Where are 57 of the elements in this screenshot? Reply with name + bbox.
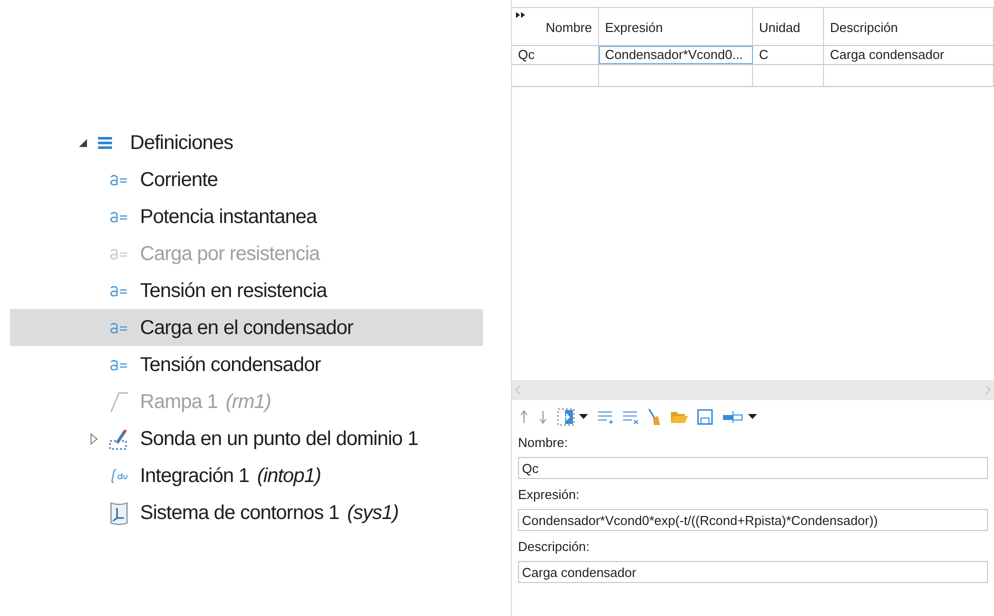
variable-icon xyxy=(109,320,129,334)
tree-item[interactable]: Corriente xyxy=(10,161,483,198)
tree-item-label: Carga por resistencia xyxy=(140,242,320,266)
input-field[interactable]: Carga condensador xyxy=(518,561,988,583)
table-cell[interactable]: C xyxy=(753,46,824,64)
column-header[interactable]: Descripción xyxy=(824,8,994,45)
input-field[interactable]: Qc xyxy=(518,457,988,479)
tree-item[interactable]: Tensión condensador xyxy=(10,346,483,383)
broom-icon xyxy=(647,408,661,426)
down-arrow-icon xyxy=(538,410,548,424)
integral-icon xyxy=(109,468,129,484)
tree-node[interactable]: Definiciones xyxy=(130,128,233,158)
variable-icon xyxy=(109,246,129,260)
table-cell[interactable]: Carga condensador xyxy=(824,46,994,64)
variable-icon xyxy=(109,358,129,372)
folder-icon xyxy=(670,410,688,424)
field-label: Descripción: xyxy=(518,538,591,556)
variable-icon xyxy=(109,172,129,186)
field-label: Nombre: xyxy=(518,434,569,452)
coordinate-system-icon xyxy=(109,500,129,526)
input-field[interactable]: Condensador*Vcond0*exp(-t/((Rcond+Rpista)*Condensador)) xyxy=(518,509,988,531)
list-icon xyxy=(98,136,112,150)
up-arrow-icon xyxy=(519,410,529,424)
column-header[interactable]: Expresión xyxy=(599,8,753,45)
tree-item[interactable]: Integración 1 (intop1) xyxy=(10,457,483,494)
tree-item[interactable]: Sistema de contornos 1 (sys1) xyxy=(10,494,483,531)
tree-item-label: Integración 1 (intop1) xyxy=(140,464,321,488)
tree-item-label: Carga en el condensador xyxy=(140,316,354,340)
tree-item[interactable]: Carga en el condensador xyxy=(10,309,483,346)
expand-toggle[interactable] xyxy=(90,432,98,444)
probe-icon xyxy=(108,426,130,450)
tree-item[interactable]: Potencia instantanea xyxy=(10,198,483,235)
tree-item-label: Sistema de contornos 1 (sys1) xyxy=(140,500,399,526)
tree-item[interactable]: Tensión en resistencia xyxy=(10,272,483,309)
tree-item-label: Sonda en un punto del dominio 1 xyxy=(140,426,418,452)
ramp-icon xyxy=(109,390,129,412)
add-row-icon xyxy=(597,410,613,424)
tree-item[interactable]: Sonda en un punto del dominio 1 xyxy=(10,420,483,457)
field-label: Expresión: xyxy=(518,486,580,504)
column-header[interactable]: Nombre xyxy=(512,8,599,45)
tree-item-label: Tensión condensador xyxy=(140,352,321,378)
column-header[interactable]: Unidad xyxy=(753,8,824,45)
text-field-icon xyxy=(722,410,744,424)
caret-icon xyxy=(579,414,588,420)
variable-icon xyxy=(109,284,129,298)
expand-columns-icon[interactable] xyxy=(516,12,525,18)
tree-item-label: Potencia instantanea xyxy=(140,204,317,230)
tree-item-label: Tensión en resistencia xyxy=(140,278,327,304)
save-icon xyxy=(697,409,713,425)
table-cell[interactable]: Condensador*Vcond0... xyxy=(599,46,753,64)
caret-icon xyxy=(748,414,757,420)
tree-item-label: Rampa 1 (rm1) xyxy=(140,390,271,414)
table-cell[interactable]: Qc xyxy=(512,46,599,64)
tree-item-label: Corriente xyxy=(140,168,218,192)
variable-icon xyxy=(109,210,129,224)
import-icon xyxy=(557,408,575,426)
delete-row-icon xyxy=(622,410,638,424)
